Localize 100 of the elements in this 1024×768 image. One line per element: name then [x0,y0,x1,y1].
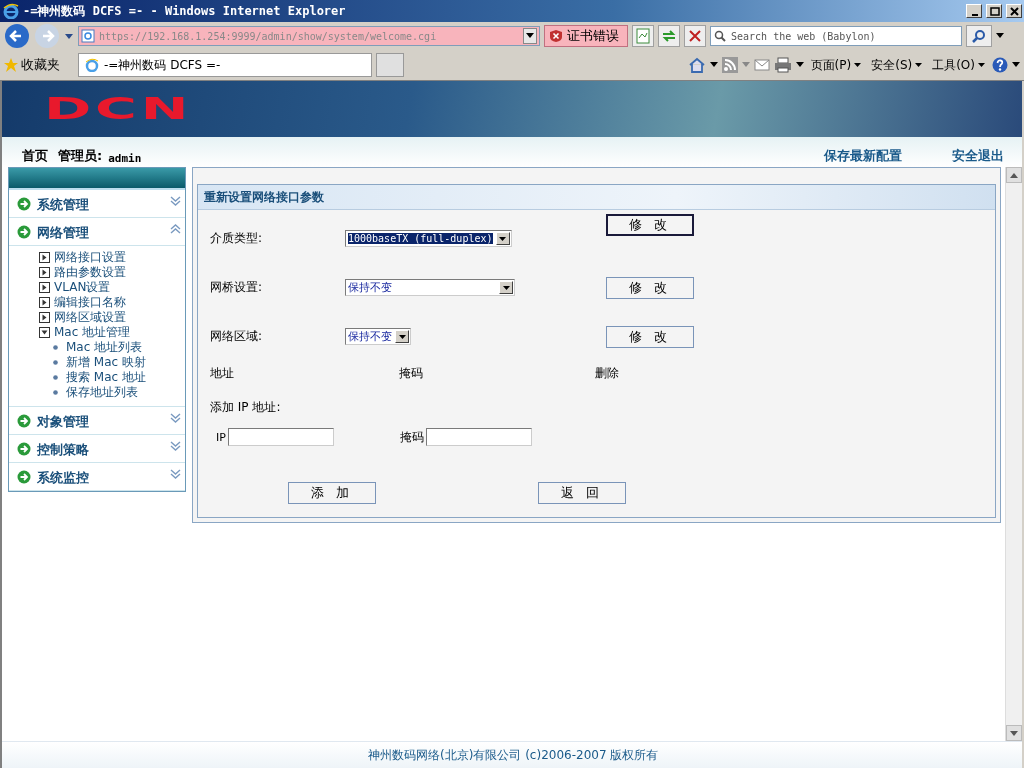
caret-icon [499,236,506,241]
column-header: 地址 [210,364,234,382]
dropdown[interactable]: 1000baseTX (full-duplex) [345,230,512,247]
command-menu[interactable]: 工具(O) [929,56,988,74]
copyright-text: 神州数码网络(北京)有限公司 (c)2006-2007 版权所有 [368,746,659,764]
field-label: IP [216,430,226,444]
add-ip-title: 添加 IP 地址: [210,400,281,414]
triangle-right-icon[interactable] [39,312,50,323]
printer-icon[interactable] [773,57,792,73]
sidebar-section[interactable]: 系统管理 [9,190,185,218]
modify-button[interactable]: 修 改 [606,325,694,348]
sidebar-item[interactable]: 网络接口设置 [39,250,185,265]
window-title: -=神州数码 DCFS =- - Windows Internet Explorer [23,2,347,20]
arrow-circle-icon [17,196,31,211]
arrow-circle-icon [17,413,31,428]
search-button[interactable] [966,25,992,47]
browser-tab[interactable]: -=神州数码 DCFS =- [78,53,372,77]
caret-icon [978,62,985,68]
sidebar-subitem[interactable]: Mac 地址列表 [39,340,185,355]
sidebar-section[interactable]: 网络管理 [9,218,185,246]
triangle-right-icon[interactable] [39,267,50,278]
scroll-up-button[interactable] [1006,167,1022,183]
arrow-circle-icon [17,441,31,456]
bullet-icon [53,360,58,365]
chevron-down-icon[interactable] [170,412,181,424]
sidebar-subitem[interactable]: 保存地址列表 [39,385,185,400]
bullet-icon [53,390,58,395]
triangle-down-icon[interactable] [39,327,50,338]
sidebar-subitem[interactable]: 搜索 Mac 地址 [39,370,185,385]
modify-button[interactable]: 修 改 [606,276,694,299]
triangle-up-icon[interactable] [1010,172,1018,178]
caret-icon[interactable] [526,33,534,39]
header-link[interactable]: 保存最新配置 [824,147,902,165]
search-field[interactable]: Search the web (Babylon) [729,29,958,43]
logo: DCN [44,94,193,124]
ie-logo-icon [85,58,99,72]
search-box[interactable]: Search the web (Babylon) [710,26,962,46]
sidebar-item[interactable]: 编辑接口名称 [39,295,185,310]
column-header: 掩码 [399,364,423,382]
chevron-down-icon[interactable] [170,440,181,452]
scroll-down-button[interactable] [1006,725,1022,741]
chevron-up-icon[interactable] [170,223,181,235]
chevron-down-icon[interactable] [170,468,181,480]
sidebar-subitem[interactable]: 新增 Mac 映射 [39,355,185,370]
admin-label: 管理员: [58,147,103,165]
action-button[interactable]: 返 回 [538,482,626,504]
triangle-down-icon[interactable] [1010,730,1018,736]
field-label: 网络区域: [210,328,264,345]
ie-logo-icon [3,3,19,19]
caret-icon [915,62,923,68]
command-menu[interactable]: 页面(P) [807,56,865,74]
action-button[interactable]: 添 加 [288,482,376,504]
star-icon [4,58,18,72]
modify-button[interactable]: 修 改 [606,214,694,236]
header-link[interactable]: 安全退出 [952,147,1004,165]
caret-icon[interactable] [1012,62,1020,68]
sidebar-section[interactable]: 系统监控 [9,463,185,491]
favorites-button[interactable]: 收藏夹 [4,56,74,74]
triangle-right-icon[interactable] [39,297,50,308]
search-icon [714,30,726,42]
sidebar-section[interactable]: 控制策略 [9,435,185,463]
certificate-error-button[interactable]: 证书错误 [544,25,628,47]
input-field[interactable] [425,428,532,446]
home-link[interactable]: 首页 [22,147,48,165]
chevron-down-icon[interactable] [170,195,181,207]
page-icon [81,29,95,43]
caret-icon [502,285,510,290]
help-icon[interactable] [992,57,1008,73]
home-icon[interactable] [687,57,706,73]
dropdown[interactable]: 保持不变 [345,279,515,296]
shield-error-icon [549,29,563,43]
command-menu[interactable]: 安全(S) [868,56,926,74]
arrow-circle-icon [17,224,31,239]
scrollbar[interactable] [1005,167,1022,741]
arrow-circle-icon [17,469,31,484]
bullet-icon [53,375,58,380]
sidebar-item[interactable]: VLAN设置 [39,280,185,295]
sidebar-item[interactable]: 路由参数设置 [39,265,185,280]
caret-icon[interactable] [709,62,718,68]
sidebar-item[interactable]: 网络区域设置 [39,310,185,325]
mail-icon[interactable] [753,59,770,71]
sidebar-section[interactable]: 对象管理 [9,407,185,435]
dropdown[interactable]: 保持不变 [345,328,411,345]
field-label: 介质类型: [210,230,264,247]
sidebar-item[interactable]: Mac 地址管理 [39,325,185,340]
caret-icon[interactable] [795,62,804,68]
caret-icon [398,334,406,339]
triangle-right-icon[interactable] [39,252,50,263]
bullet-icon [53,345,58,350]
triangle-right-icon[interactable] [39,282,50,293]
search-icon[interactable] [972,29,986,43]
section-title: 重新设置网络接口参数 [198,185,995,210]
field-label: 网桥设置: [210,279,264,296]
admin-name: admin [108,152,142,165]
input-field[interactable] [227,428,334,446]
field-label: 掩码 [399,428,424,446]
caret-icon [854,62,862,68]
column-header: 删除 [595,364,619,382]
caret-icon[interactable] [996,33,1004,39]
back-button-icon[interactable] [4,23,30,49]
